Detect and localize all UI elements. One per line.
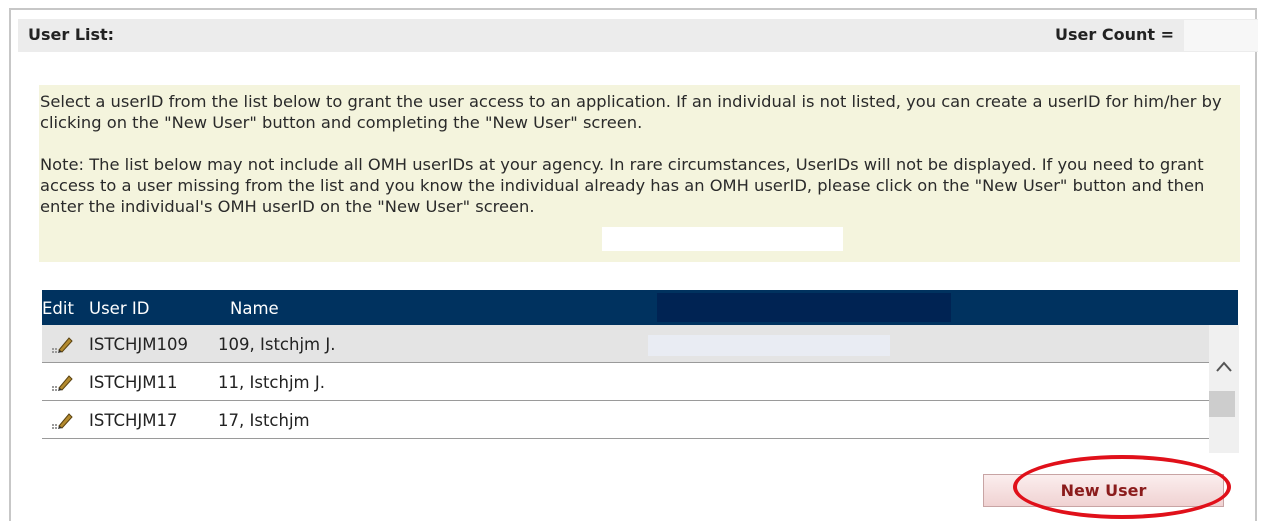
note-text: Note: The list below may not include all…: [40, 155, 1205, 216]
pencil-icon[interactable]: [48, 409, 74, 431]
redaction-box: [602, 227, 843, 251]
table-row[interactable]: ISTCHJM109 109, Istchjm J.: [42, 325, 1209, 363]
pencil-icon[interactable]: [48, 333, 74, 355]
pencil-icon[interactable]: [48, 371, 74, 393]
column-header-name[interactable]: Name: [230, 299, 279, 318]
user-count-label: User Count =: [1055, 25, 1174, 44]
user-table-header: Edit User ID Name: [42, 290, 1238, 325]
user-id-cell: ISTCHJM17: [89, 411, 178, 430]
new-user-button[interactable]: New User: [983, 474, 1224, 507]
redaction-box: [648, 335, 890, 356]
user-list-title: User List:: [28, 25, 115, 44]
column-header-user-id[interactable]: User ID: [89, 299, 149, 318]
table-row[interactable]: [42, 439, 1209, 453]
redaction-box: [657, 293, 951, 322]
user-name-cell: 109, Istchjm J.: [218, 335, 336, 354]
instructions-notice: Select a userID from the list below to g…: [39, 85, 1240, 262]
scroll-up-arrow-icon[interactable]: [1214, 359, 1234, 375]
user-id-cell: ISTCHJM109: [89, 335, 188, 354]
user-table-body: ISTCHJM109 109, Istchjm J. ISTCHJM11 11,…: [42, 325, 1209, 453]
table-scrollbar[interactable]: [1209, 325, 1239, 453]
table-row[interactable]: ISTCHJM17 17, Istchjm: [42, 401, 1209, 439]
user-count-value: [1184, 20, 1258, 51]
user-list-header: User List: User Count =: [18, 19, 1258, 52]
user-id-cell: ISTCHJM11: [89, 373, 178, 392]
instructions-text: Select a userID from the list below to g…: [40, 92, 1222, 132]
user-name-cell: 11, Istchjm J.: [218, 373, 325, 392]
table-row[interactable]: ISTCHJM11 11, Istchjm J.: [42, 363, 1209, 401]
scrollbar-thumb[interactable]: [1209, 391, 1235, 417]
column-header-edit: Edit: [42, 299, 74, 318]
user-name-cell: 17, Istchjm: [218, 411, 310, 430]
